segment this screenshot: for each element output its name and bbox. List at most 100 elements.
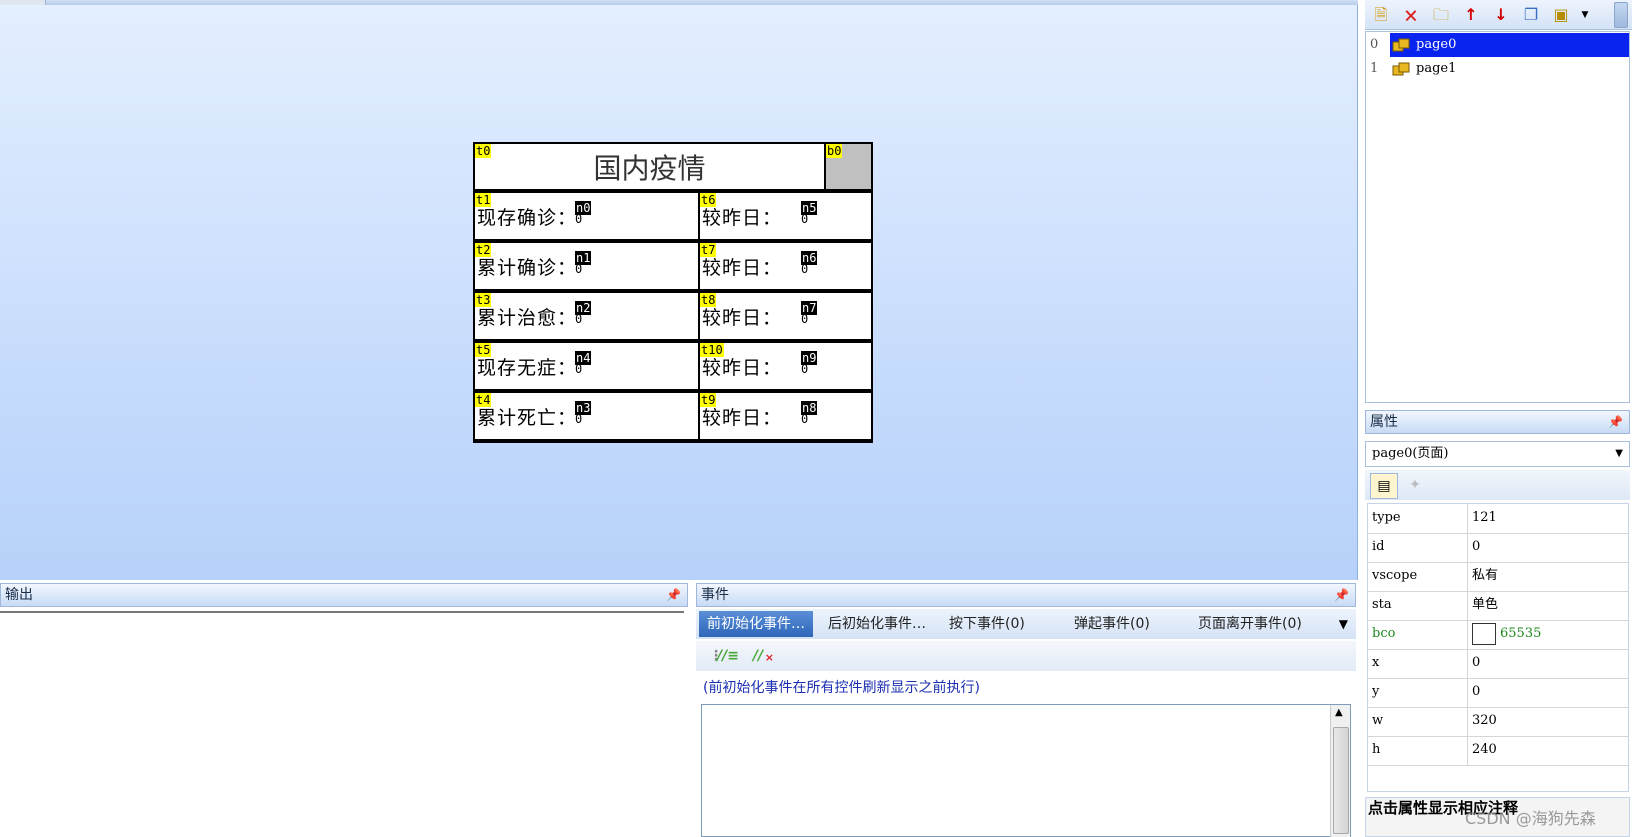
properties-title: 属性: [1370, 414, 1398, 430]
pin-icon[interactable]: 📌: [1608, 411, 1623, 433]
color-swatch[interactable]: [1472, 622, 1496, 645]
dropdown-icon[interactable]: ▼: [1575, 5, 1595, 25]
property-row[interactable]: vscope 私有: [1368, 562, 1628, 592]
tab-pre-init[interactable]: 前初始化事件…: [699, 611, 813, 637]
event-description: (前初始化事件在所有控件刷新显示之前执行): [703, 680, 980, 696]
tab-page-leave[interactable]: 页面离开事件(0): [1190, 611, 1310, 637]
number-control[interactable]: n9 0: [801, 351, 818, 375]
number-control[interactable]: n1 0: [575, 251, 592, 275]
property-row[interactable]: sta 单色: [1368, 591, 1628, 621]
move-up-icon[interactable]: ↑: [1461, 5, 1481, 25]
uncomment-icon[interactable]: //×: [746, 645, 774, 667]
page-name: page1: [1416, 61, 1457, 76]
chevron-down-icon[interactable]: ▼: [1339, 611, 1348, 637]
hmi-page-preview[interactable]: t0 国内疫情 b0 t1 现存确诊： n0 0 t6 较昨日： n5 0 t2 累计确诊： n1 0…: [473, 142, 873, 443]
property-value[interactable]: 240: [1472, 736, 1497, 764]
compare-label: 较昨日：: [702, 407, 783, 429]
compare-label-cell[interactable]: t6 较昨日： n5 0: [700, 193, 871, 239]
object-selector[interactable]: page0(页面) ▼: [1365, 441, 1630, 467]
page-title: 国内疫情: [593, 151, 706, 185]
pin-icon[interactable]: 📌: [666, 584, 681, 606]
compare-label-cell[interactable]: t7 较昨日： n6 0: [700, 243, 871, 289]
categorized-icon[interactable]: ▤: [1370, 473, 1398, 499]
chevron-down-icon[interactable]: ▼: [1615, 442, 1623, 466]
property-row[interactable]: y0: [1368, 678, 1628, 708]
editor-scrollbar[interactable]: ▲: [1330, 705, 1350, 837]
events-title: 事件: [701, 587, 729, 603]
number-control[interactable]: n8 0: [801, 401, 818, 425]
metric-label: 累计确诊：: [477, 257, 578, 279]
property-value[interactable]: 私有: [1472, 562, 1498, 590]
number-control[interactable]: n5 0: [801, 201, 818, 225]
move-down-icon[interactable]: ↓: [1491, 5, 1511, 25]
title-text-control[interactable]: t0 国内疫情: [475, 144, 824, 189]
number-control[interactable]: n2 0: [575, 301, 592, 325]
property-value[interactable]: 121: [1472, 504, 1497, 532]
page-index: 1: [1370, 61, 1379, 76]
compare-label-cell[interactable]: t10 较昨日： n9 0: [700, 343, 871, 389]
tab-post-init[interactable]: 后初始化事件…: [820, 611, 934, 637]
compare-label-cell[interactable]: t8 较昨日： n7 0: [700, 293, 871, 339]
page-list-item[interactable]: 1 page1: [1366, 57, 1629, 81]
output-area[interactable]: [0, 611, 684, 837]
tab-press[interactable]: 按下事件(0): [941, 611, 1033, 637]
property-value[interactable]: 65535: [1472, 620, 1541, 648]
property-value[interactable]: 单色: [1472, 591, 1498, 619]
metric-label-cell[interactable]: t4 累计死亡： n3 0: [475, 393, 698, 439]
metric-label-cell[interactable]: t2 累计确诊： n1 0: [475, 243, 698, 289]
property-value[interactable]: 0: [1472, 533, 1480, 561]
property-row[interactable]: x0: [1368, 649, 1628, 679]
tab-release[interactable]: 弹起事件(0): [1066, 611, 1158, 637]
canvas-tab[interactable]: [0, 0, 46, 5]
property-row[interactable]: w 320: [1368, 707, 1628, 737]
comment-icon[interactable]: //≡: [716, 645, 740, 667]
property-value[interactable]: 0: [1472, 678, 1480, 706]
control-tag: b0: [826, 144, 843, 158]
page-icon: [1392, 61, 1412, 77]
pin-icon[interactable]: 📌: [1334, 584, 1349, 606]
property-row[interactable]: id 0: [1368, 533, 1628, 563]
property-key: x: [1372, 655, 1380, 670]
page-list-item[interactable]: 0 page0: [1366, 33, 1629, 57]
add-page-icon[interactable]: 🗎: [1371, 5, 1391, 25]
metric-label: 累计死亡：: [477, 407, 578, 429]
property-key: id: [1372, 539, 1385, 554]
control-tag: t3: [475, 293, 492, 307]
scroll-thumb[interactable]: [1333, 727, 1349, 834]
property-row[interactable]: bco 65535: [1368, 620, 1628, 650]
button-control[interactable]: b0: [826, 144, 871, 189]
control-tag: t7: [700, 243, 717, 257]
property-value-text: 65535: [1500, 626, 1542, 641]
column-divider: [1467, 649, 1468, 678]
paste-page-icon[interactable]: ▣: [1551, 5, 1571, 25]
metric-label-cell[interactable]: t3 累计治愈： n2 0: [475, 293, 698, 339]
property-value[interactable]: 320: [1472, 707, 1497, 735]
event-icon[interactable]: ✦: [1405, 475, 1425, 495]
number-control[interactable]: n3 0: [575, 401, 592, 425]
column-divider: [1467, 533, 1468, 562]
column-divider: [1467, 620, 1468, 649]
output-title: 输出: [5, 587, 33, 603]
property-row[interactable]: type 121: [1368, 504, 1628, 534]
number-control[interactable]: n6 0: [801, 251, 818, 275]
delete-page-icon[interactable]: 🗙: [1401, 5, 1421, 25]
number-control[interactable]: n0 0: [575, 201, 592, 225]
metric-label-cell[interactable]: t5 现存无症： n4 0: [475, 343, 698, 389]
copy-page-icon[interactable]: ❐: [1521, 5, 1541, 25]
number-control[interactable]: n7 0: [801, 301, 818, 325]
metric-label-cell[interactable]: t1 现存确诊： n0 0: [475, 193, 698, 239]
scroll-up-icon[interactable]: ▲: [1335, 707, 1343, 718]
event-tabs: 前初始化事件… 后初始化事件… 按下事件(0) 弹起事件(0) 页面离开事件(0…: [696, 609, 1356, 639]
toolbar-grip[interactable]: [1614, 2, 1628, 28]
property-row[interactable]: h 240: [1368, 736, 1628, 766]
import-page-icon[interactable]: 🗀: [1431, 5, 1451, 25]
page-icon: [1392, 37, 1412, 53]
event-code-editor[interactable]: [701, 704, 1351, 837]
output-header: 输出 📌: [0, 583, 688, 607]
property-value[interactable]: 0: [1472, 649, 1480, 677]
compare-label-cell[interactable]: t9 较昨日： n8 0: [700, 393, 871, 439]
number-control[interactable]: n4 0: [575, 351, 592, 375]
control-tag: t5: [475, 343, 492, 357]
property-key: w: [1372, 713, 1384, 728]
events-header: 事件 📌: [696, 583, 1356, 607]
